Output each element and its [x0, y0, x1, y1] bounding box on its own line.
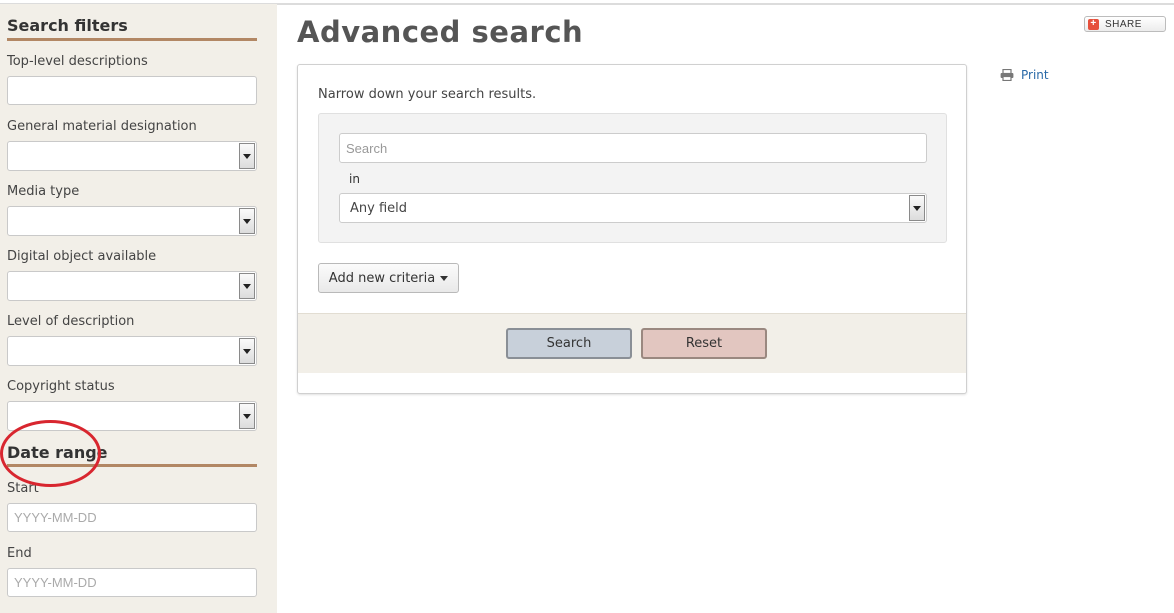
- chevron-down-icon[interactable]: [239, 208, 255, 234]
- top-level-descriptions-label: Top-level descriptions: [7, 54, 148, 69]
- search-button[interactable]: Search: [506, 328, 632, 359]
- caret-down-icon: [440, 275, 449, 281]
- field-select-value: Any field: [350, 200, 408, 216]
- add-new-criteria-button[interactable]: Add new criteria: [318, 263, 459, 293]
- chevron-down-icon[interactable]: [239, 143, 255, 169]
- heading-divider: [7, 38, 257, 41]
- level-of-description-select[interactable]: [7, 336, 257, 366]
- material-designation-label: General material designation: [7, 119, 197, 134]
- media-type-select[interactable]: [7, 206, 257, 236]
- share-label: SHARE: [1105, 18, 1142, 30]
- add-new-criteria-label: Add new criteria: [328, 270, 436, 286]
- chevron-down-icon[interactable]: [909, 195, 925, 221]
- in-label: in: [349, 172, 360, 186]
- criteria-search-input[interactable]: Search: [339, 133, 927, 163]
- printer-icon: [1000, 69, 1014, 81]
- panel-footer: Search Reset: [298, 313, 966, 373]
- level-of-description-label: Level of description: [7, 314, 135, 329]
- search-filters-heading: Search filters: [7, 16, 128, 35]
- red-circle-annotation: [0, 420, 101, 487]
- criteria-box: Search in Any field: [318, 113, 947, 243]
- field-select[interactable]: Any field: [339, 193, 927, 223]
- chevron-down-icon[interactable]: [239, 338, 255, 364]
- advanced-search-panel: Narrow down your search results. Search …: [297, 64, 967, 394]
- print-link[interactable]: Print: [1000, 68, 1049, 82]
- panel-intro-text: Narrow down your search results.: [318, 87, 537, 102]
- end-date-label: End: [7, 546, 32, 561]
- chevron-down-icon[interactable]: [239, 403, 255, 429]
- page-title: Advanced search: [297, 15, 584, 49]
- digital-object-label: Digital object available: [7, 249, 157, 264]
- copyright-status-label: Copyright status: [7, 379, 115, 394]
- share-button[interactable]: + SHARE: [1084, 16, 1166, 32]
- end-date-input[interactable]: YYYY-MM-DD: [7, 568, 257, 597]
- start-date-input[interactable]: YYYY-MM-DD: [7, 503, 257, 532]
- reset-button[interactable]: Reset: [641, 328, 767, 359]
- search-filters-sidebar: Search filters Top-level descriptions Ge…: [0, 4, 277, 613]
- top-level-descriptions-input[interactable]: [7, 76, 257, 105]
- material-designation-select[interactable]: [7, 141, 257, 171]
- chevron-down-icon[interactable]: [239, 273, 255, 299]
- digital-object-select[interactable]: [7, 271, 257, 301]
- media-type-label: Media type: [7, 184, 80, 199]
- plus-icon: +: [1088, 18, 1099, 30]
- print-label: Print: [1021, 68, 1049, 82]
